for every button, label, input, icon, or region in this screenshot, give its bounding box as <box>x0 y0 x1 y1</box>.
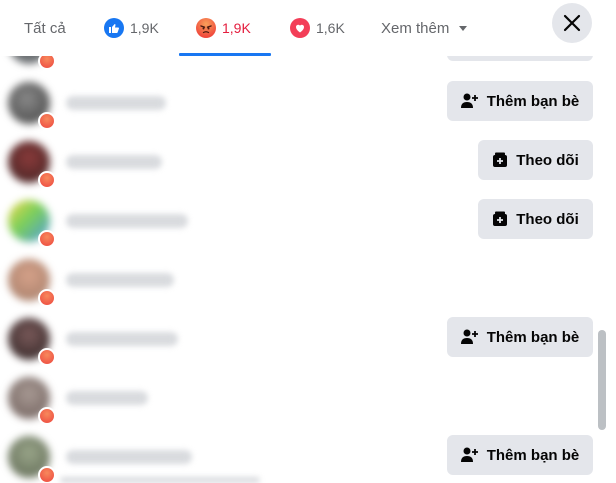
user-name[interactable] <box>66 391 148 405</box>
scrollbar[interactable] <box>598 330 606 430</box>
angry-badge-icon <box>38 56 56 70</box>
follow-label: Theo dõi <box>516 151 579 169</box>
active-tab-indicator <box>179 53 271 56</box>
user-name[interactable] <box>66 273 174 287</box>
reactions-tab-bar: Tất cả 1,9K 1,9K 1,6K Xem thêm <box>0 0 616 56</box>
angry-badge-icon <box>38 230 56 248</box>
avatar[interactable] <box>8 82 56 130</box>
list-item[interactable]: Thêm bạn bè <box>0 74 600 132</box>
tab-love[interactable]: 1,6K <box>290 0 345 56</box>
list-item[interactable]: Thêm bạn bè <box>0 310 600 368</box>
tab-more-label: Xem thêm <box>381 19 450 37</box>
avatar[interactable] <box>8 141 56 189</box>
list-item[interactable]: Theo dõi <box>0 192 600 250</box>
tab-like[interactable]: 1,9K <box>104 0 159 56</box>
list-item[interactable] <box>0 56 600 72</box>
angry-badge-icon <box>38 348 56 366</box>
caret-down-icon <box>459 25 468 31</box>
add-friend-icon <box>460 93 478 108</box>
add-friend-button[interactable]: Thêm bạn bè <box>447 317 593 357</box>
avatar[interactable] <box>8 200 56 248</box>
list-item[interactable]: Theo dõi <box>0 133 600 191</box>
love-icon <box>290 18 310 38</box>
add-friend-icon <box>460 329 478 344</box>
tab-like-count: 1,9K <box>130 20 159 36</box>
tab-all-label: Tất cả <box>24 19 66 37</box>
add-friend-icon <box>460 447 478 462</box>
angry-badge-icon <box>38 466 56 483</box>
angry-badge-icon <box>38 171 56 189</box>
angry-badge-icon <box>38 112 56 130</box>
avatar[interactable] <box>8 318 56 366</box>
avatar[interactable] <box>8 259 56 307</box>
follow-label: Theo dõi <box>516 210 579 228</box>
avatar[interactable] <box>8 56 56 70</box>
angry-badge-icon <box>38 289 56 307</box>
next-item-peek <box>60 477 260 483</box>
tab-love-count: 1,6K <box>316 20 345 36</box>
angry-icon <box>196 18 216 38</box>
reaction-user-list: Thêm bạn bè Theo dõi Theo dõi Thêm bạn b… <box>0 56 616 483</box>
user-name[interactable] <box>66 214 188 228</box>
user-name[interactable] <box>66 450 192 464</box>
list-item[interactable] <box>0 251 600 309</box>
add-friend-label: Thêm bạn bè <box>486 92 580 110</box>
follow-button[interactable]: Theo dõi <box>478 199 593 239</box>
add-friend-button[interactable]: Thêm bạn bè <box>447 81 593 121</box>
tab-angry-count: 1,9K <box>222 20 251 36</box>
follow-icon <box>493 211 508 226</box>
avatar[interactable] <box>8 436 56 483</box>
list-item[interactable] <box>0 369 600 427</box>
user-name[interactable] <box>66 155 162 169</box>
add-friend-label: Thêm bạn bè <box>486 446 580 464</box>
angry-badge-icon <box>38 407 56 425</box>
like-icon <box>104 18 124 38</box>
user-name[interactable] <box>66 96 166 110</box>
row-action-button[interactable] <box>447 56 593 61</box>
list-item[interactable]: Thêm bạn bè <box>0 428 600 483</box>
close-button[interactable] <box>552 3 592 43</box>
tab-more[interactable]: Xem thêm <box>381 0 468 56</box>
tab-all[interactable]: Tất cả <box>24 0 66 56</box>
user-name[interactable] <box>66 332 178 346</box>
tab-angry[interactable]: 1,9K <box>196 0 251 56</box>
close-icon <box>563 14 581 32</box>
follow-button[interactable]: Theo dõi <box>478 140 593 180</box>
add-friend-button[interactable]: Thêm bạn bè <box>447 435 593 475</box>
follow-icon <box>493 152 508 167</box>
add-friend-label: Thêm bạn bè <box>486 328 580 346</box>
avatar[interactable] <box>8 377 56 425</box>
